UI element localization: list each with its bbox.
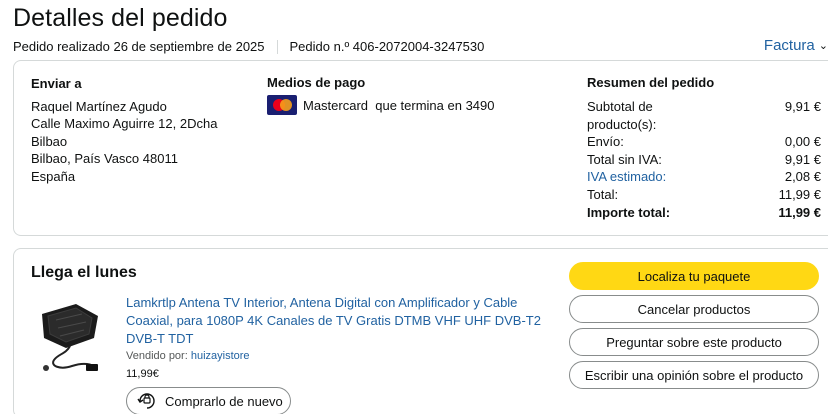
address-line: Bilbao: [31, 133, 68, 149]
order-summary: Resumen del pedido Subtotal de producto(…: [587, 75, 821, 221]
address-line: España: [31, 168, 76, 184]
summary-row-total-no-vat: Total sin IVA: 9,91 €: [587, 151, 821, 167]
payment-title: Medios de pago: [267, 75, 366, 90]
cancel-items-button[interactable]: Cancelar productos: [569, 295, 819, 323]
address-line: Raquel Martínez Agudo: [31, 98, 167, 114]
buy-again-label: Comprarlo de nuevo: [165, 393, 283, 409]
invoice-dropdown[interactable]: Factura ⌄: [764, 37, 828, 54]
buy-again-button[interactable]: Comprarlo de nuevo: [126, 387, 291, 414]
shipment-actions: Localiza tu paquete Cancelar productos P…: [569, 262, 819, 389]
summary-row-vat: IVA estimado: 2,08 €: [587, 168, 821, 186]
arrival-status: Llega el lunes: [31, 264, 137, 281]
product-image[interactable]: [36, 294, 106, 376]
order-summary-card: Enviar a Raquel Martínez Agudo Calle Max…: [13, 60, 828, 236]
summary-row-grand-total: Importe total: 11,99 €: [587, 204, 821, 220]
summary-row-shipping: Envío: 0,00 €: [587, 134, 821, 150]
payment-method-text: Mastercard que termina en 3490: [303, 97, 495, 113]
shipping-address: Enviar a Raquel Martínez Agudo Calle Max…: [31, 75, 217, 186]
track-package-button[interactable]: Localiza tu paquete: [569, 262, 819, 290]
invoice-label: Factura: [763, 37, 815, 54]
order-date: Pedido realizado 26 de septiembre de 202…: [13, 39, 265, 54]
product-price: 11,99€: [126, 368, 159, 380]
shipment-card: Llega el lunes Lamkrtlp Antena TV Interi…: [13, 248, 828, 414]
buy-again-icon: [137, 393, 155, 409]
summary-title: Resumen del pedido: [587, 75, 715, 90]
order-meta: Pedido realizado 26 de septiembre de 202…: [13, 39, 484, 54]
chevron-down-icon: ⌄: [818, 40, 828, 52]
product-title-link[interactable]: Lamkrtlp Antena TV Interior, Antena Digi…: [126, 294, 556, 348]
vat-link[interactable]: IVA estimado:: [587, 168, 666, 186]
divider: [276, 39, 278, 54]
ask-product-question-button[interactable]: Preguntar sobre este producto: [569, 328, 819, 356]
address-line: Bilbao, País Vasco 48011: [31, 151, 178, 167]
payment-line: Mastercard que termina en 3490: [267, 95, 495, 115]
payment-method: Medios de pago Mastercard que termina en…: [267, 75, 495, 115]
sold-by: Vendido por: huizayistore: [126, 350, 250, 362]
sold-by-label: Vendido por:: [126, 350, 191, 362]
summary-row-total: Total: 11,99 €: [587, 186, 821, 202]
seller-link[interactable]: huizayistore: [191, 350, 250, 362]
write-review-button[interactable]: Escribir una opinión sobre el producto: [569, 361, 819, 389]
shipping-title: Enviar a: [31, 76, 82, 91]
address-line: Calle Maximo Aguirre 12, 2Dcha: [31, 116, 218, 132]
summary-row-subtotal: Subtotal de producto(s): 9,91 €: [587, 99, 821, 132]
page-title: Detalles del pedido: [13, 4, 228, 32]
mastercard-icon: [267, 95, 297, 115]
order-number: Pedido n.º 406-2072004-3247530: [289, 39, 485, 54]
